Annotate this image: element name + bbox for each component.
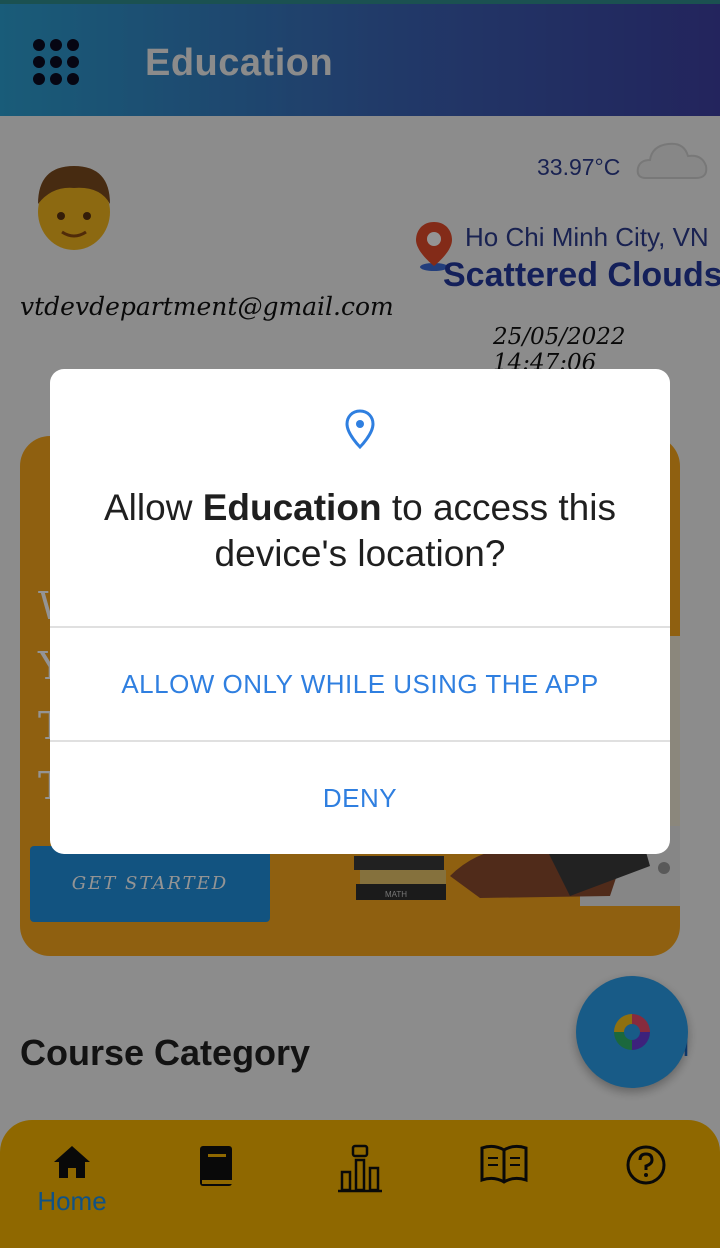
app-name: Education [202, 487, 382, 528]
allow-while-using-button[interactable]: ALLOW ONLY WHILE USING THE APP [50, 628, 670, 740]
location-pin-icon [344, 409, 376, 454]
permission-message: Allow Education to access this device's … [104, 487, 616, 574]
deny-button[interactable]: DENY [50, 742, 670, 854]
location-permission-dialog: Allow Education to access this device's … [50, 369, 670, 854]
